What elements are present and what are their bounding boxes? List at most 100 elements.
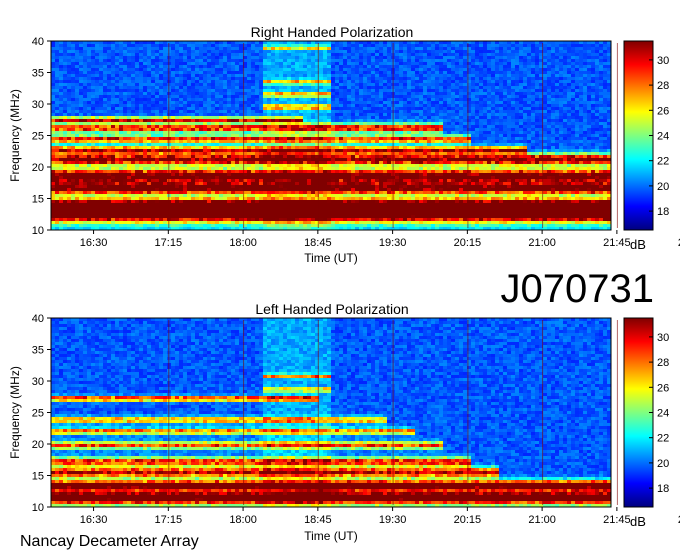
heatmap-cell — [183, 65, 188, 69]
heatmap-cell — [95, 44, 100, 48]
heatmap-cell — [287, 131, 292, 135]
heatmap-cell — [319, 98, 324, 102]
heatmap-cell — [287, 80, 292, 84]
heatmap-cell — [387, 53, 392, 57]
heatmap-cell — [379, 101, 384, 105]
heatmap-cell — [499, 131, 504, 135]
heatmap-cell — [195, 74, 200, 78]
heatmap-cell — [491, 80, 496, 84]
heatmap-cell — [347, 83, 352, 87]
heatmap-cell — [439, 50, 444, 54]
heatmap-cell — [439, 62, 444, 66]
heatmap-cell — [63, 131, 68, 135]
heatmap-cell — [187, 119, 192, 123]
heatmap-cell — [399, 98, 404, 102]
heatmap-cell — [135, 77, 140, 81]
heatmap-cell — [379, 131, 384, 135]
heatmap-cell — [83, 62, 88, 66]
heatmap-cell — [555, 44, 560, 48]
heatmap-cell — [287, 140, 292, 144]
heatmap-cell — [535, 143, 540, 147]
heatmap-cell — [379, 83, 384, 87]
heatmap-cell — [347, 131, 352, 135]
heatmap-cell — [403, 92, 408, 96]
heatmap-cell — [131, 83, 136, 87]
heatmap-cell — [203, 119, 208, 123]
heatmap-cell — [211, 50, 216, 54]
heatmap-cell — [383, 128, 388, 132]
heatmap-cell — [295, 131, 300, 135]
heatmap-cell — [419, 71, 424, 75]
heatmap-cell — [163, 131, 168, 135]
heatmap-cell — [271, 116, 276, 120]
heatmap-cell — [535, 83, 540, 87]
heatmap-cell — [203, 104, 208, 108]
heatmap-cell — [355, 128, 360, 132]
heatmap-cell — [139, 92, 144, 96]
heatmap-cell — [327, 65, 332, 69]
heatmap-cell — [239, 50, 244, 54]
heatmap-cell — [263, 113, 268, 117]
heatmap-cell — [283, 86, 288, 90]
heatmap-cell — [99, 119, 104, 123]
heatmap-cell — [71, 50, 76, 54]
heatmap-cell — [403, 68, 408, 72]
heatmap-cell — [63, 50, 68, 54]
heatmap-cell — [491, 101, 496, 105]
heatmap-cell — [591, 92, 596, 96]
heatmap-cell — [139, 128, 144, 132]
heatmap-cell — [199, 59, 204, 63]
heatmap-cell — [351, 47, 356, 51]
heatmap-cell — [427, 146, 432, 150]
heatmap-cell — [311, 47, 316, 51]
heatmap-cell — [191, 131, 196, 135]
heatmap-cell — [515, 104, 520, 108]
heatmap-cell — [131, 128, 136, 132]
heatmap-cell — [351, 56, 356, 60]
heatmap-cell — [87, 53, 92, 57]
heatmap-cell — [95, 68, 100, 72]
heatmap-cell — [119, 119, 124, 123]
heatmap-cell — [71, 131, 76, 135]
heatmap-cell — [203, 80, 208, 84]
heatmap-cell — [223, 47, 228, 51]
heatmap-cell — [547, 92, 552, 96]
heatmap-cell — [383, 131, 388, 135]
heatmap-cell — [459, 104, 464, 108]
heatmap-cell — [567, 50, 572, 54]
heatmap-cell — [367, 47, 372, 51]
heatmap-cell — [527, 86, 532, 90]
heatmap-cell — [103, 134, 108, 138]
heatmap-cell — [479, 74, 484, 78]
heatmap-cell — [419, 122, 424, 126]
heatmap-cell — [499, 56, 504, 60]
heatmap-cell — [463, 119, 468, 123]
heatmap-cell — [375, 92, 380, 96]
heatmap-cell — [403, 113, 408, 117]
heatmap-cell — [571, 53, 576, 57]
heatmap-cell — [195, 89, 200, 93]
heatmap-cell — [111, 140, 116, 144]
heatmap-cell — [311, 107, 316, 111]
heatmap-cell — [443, 47, 448, 51]
heatmap-cell — [283, 77, 288, 81]
heatmap-cell — [83, 143, 88, 147]
heatmap-cell — [295, 128, 300, 132]
heatmap-cell — [299, 116, 304, 120]
heatmap-cell — [319, 74, 324, 78]
heatmap-cell — [235, 146, 240, 150]
heatmap-cell — [111, 62, 116, 66]
heatmap-cell — [323, 53, 328, 57]
heatmap-cell — [107, 44, 112, 48]
heatmap-cell — [547, 104, 552, 108]
heatmap-cell — [327, 110, 332, 114]
heatmap-cell — [439, 104, 444, 108]
heatmap-cell — [267, 125, 272, 129]
heatmap-cell — [195, 125, 200, 129]
heatmap-cell — [387, 98, 392, 102]
heatmap-cell — [259, 125, 264, 129]
heatmap-cell — [407, 62, 412, 66]
heatmap-cell — [371, 62, 376, 66]
heatmap-cell — [571, 77, 576, 81]
heatmap-cell — [51, 83, 56, 87]
